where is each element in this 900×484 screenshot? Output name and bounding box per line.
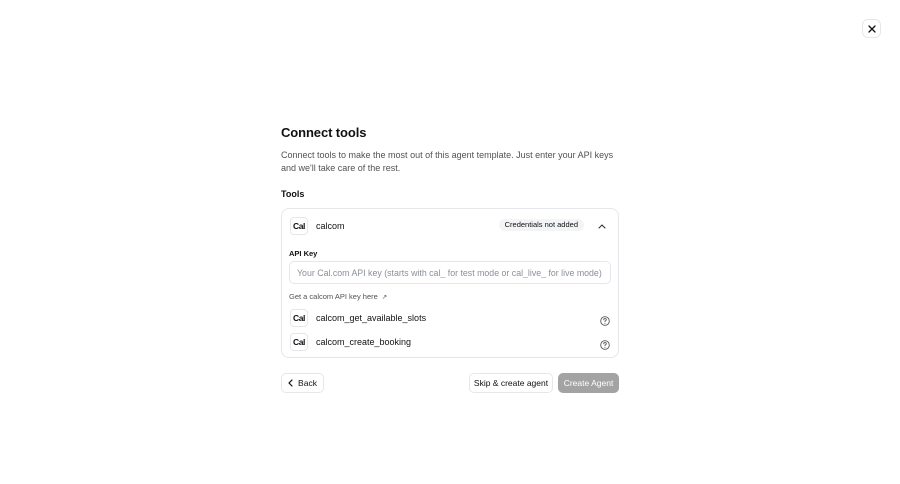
back-button[interactable]: Back	[281, 373, 324, 393]
dialog-actions: Back Skip & create agent Create Agent	[281, 373, 619, 393]
connect-tools-dialog: Connect tools Connect tools to make the …	[281, 124, 619, 393]
calcom-logo: Cal	[290, 309, 308, 327]
dialog-description: Connect tools to make the most out of th…	[281, 150, 614, 173]
chevron-up-icon[interactable]	[597, 221, 607, 231]
get-api-key-link[interactable]: Get a calcom API key here ↗	[289, 292, 387, 301]
api-key-label: API Key	[289, 249, 318, 258]
calcom-logo: Cal	[290, 333, 308, 351]
calcom-tool-card: Cal calcom Credentials not added API Key…	[281, 208, 619, 358]
tool-card-header[interactable]: Cal calcom Credentials not added	[282, 209, 618, 242]
close-icon	[867, 24, 876, 33]
close-button[interactable]	[862, 19, 881, 38]
create-agent-button[interactable]: Create Agent	[558, 373, 619, 393]
calcom-logo: Cal	[290, 216, 308, 235]
tool-name: calcom	[316, 220, 345, 231]
tool-card-body: API Key Get a calcom API key here ↗ Cal …	[282, 242, 618, 357]
chevron-left-icon	[288, 379, 293, 387]
credentials-status-badge: Credentials not added	[498, 219, 584, 231]
sub-tool-get-available-slots: Cal calcom_get_available_slots	[290, 309, 610, 327]
back-button-label: Back	[298, 378, 317, 388]
help-circle-icon[interactable]	[600, 313, 610, 326]
get-api-key-link-text: Get a calcom API key here	[289, 292, 378, 301]
sub-tool-name: calcom_get_available_slots	[316, 313, 427, 323]
arrow-up-right-icon: ↗	[381, 293, 388, 301]
api-key-input[interactable]	[289, 261, 611, 284]
dialog-title: Connect tools	[281, 125, 367, 140]
skip-and-create-button[interactable]: Skip & create agent	[469, 373, 553, 393]
tools-section-label: Tools	[281, 189, 305, 199]
sub-tool-name: calcom_create_booking	[316, 337, 412, 347]
help-circle-icon[interactable]	[600, 337, 610, 350]
sub-tool-create-booking: Cal calcom_create_booking	[290, 333, 610, 351]
